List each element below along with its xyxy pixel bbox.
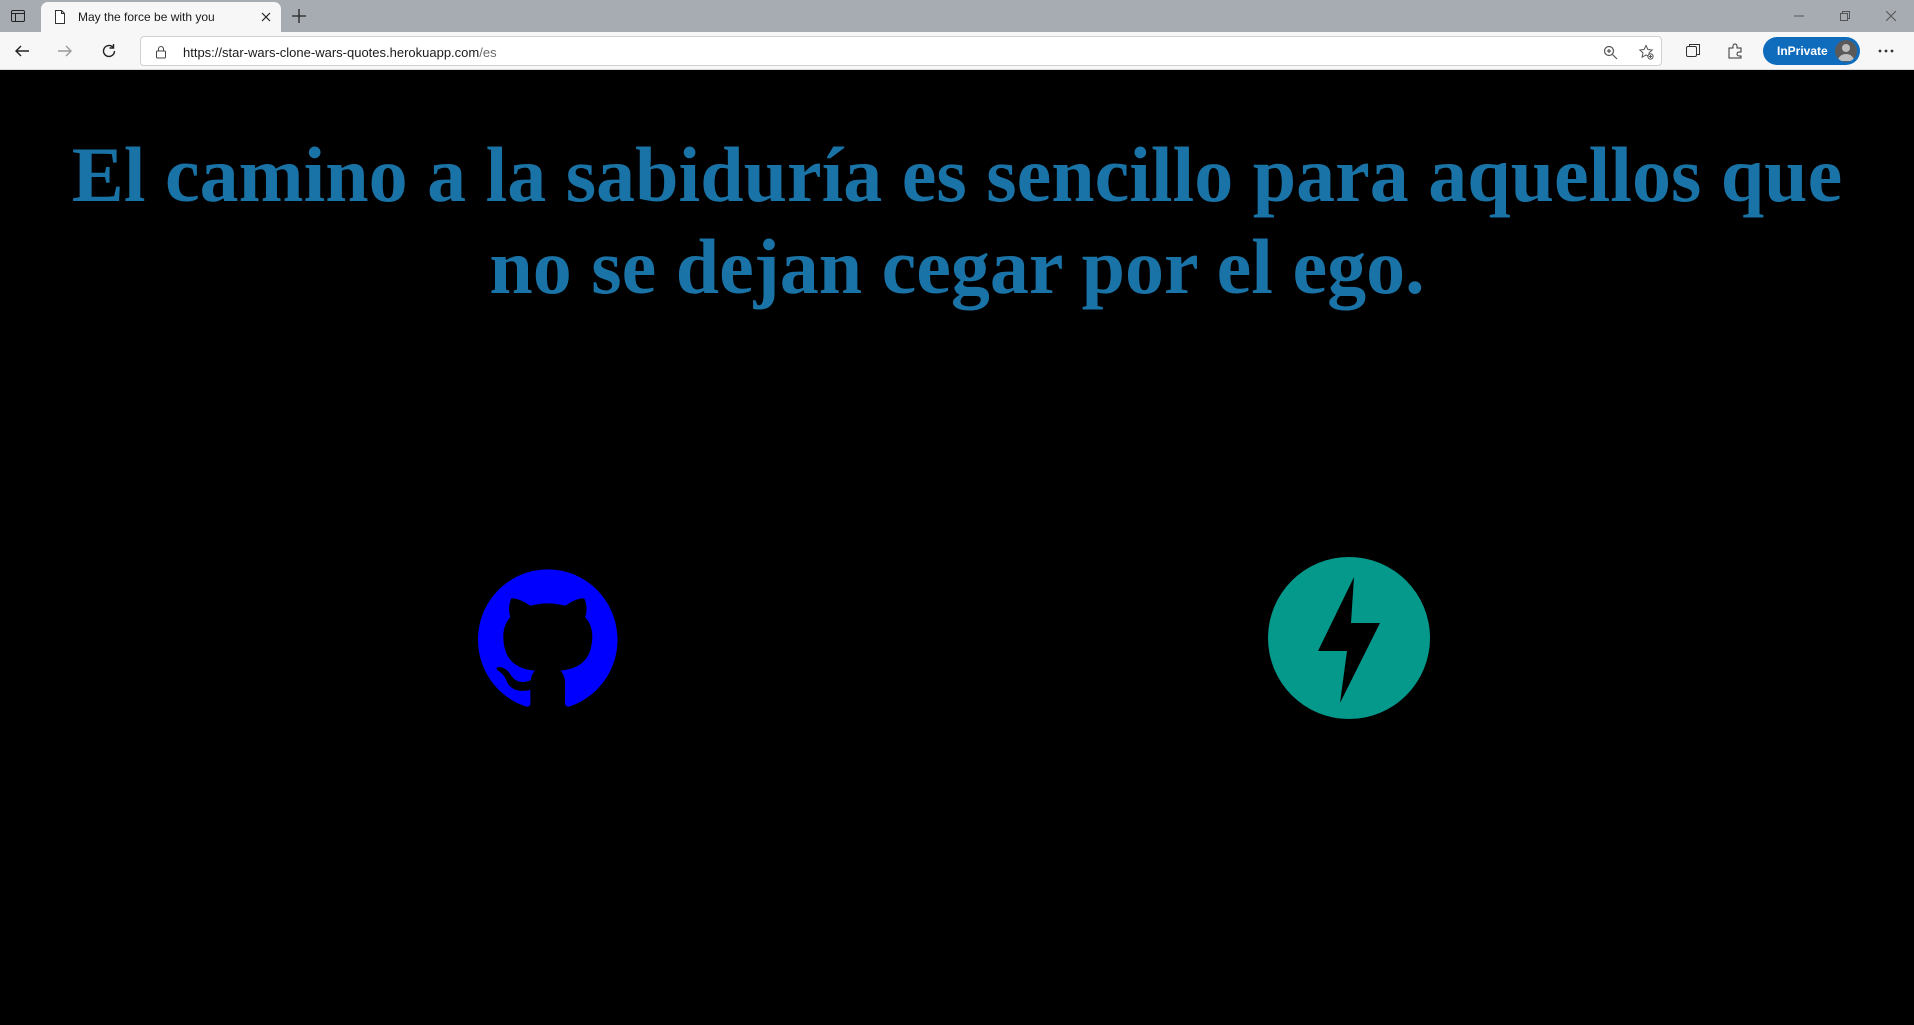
browser-toolbar: https://star-wars-clone-wars-quotes.hero…: [0, 32, 1914, 70]
close-window-icon[interactable]: [1868, 0, 1914, 32]
restore-icon[interactable]: [1822, 0, 1868, 32]
page-icon: [52, 9, 68, 25]
github-icon: [478, 569, 618, 707]
avatar: [1835, 40, 1857, 62]
back-icon[interactable]: [7, 37, 37, 65]
tab-strip: May the force be with you: [0, 0, 1914, 32]
add-favorite-icon[interactable]: [1637, 43, 1655, 61]
inprivate-label: InPrivate: [1777, 44, 1828, 58]
url-text[interactable]: https://star-wars-clone-wars-quotes.hero…: [183, 45, 497, 60]
minimize-icon[interactable]: [1776, 0, 1822, 32]
address-bar[interactable]: https://star-wars-clone-wars-quotes.hero…: [140, 36, 1662, 66]
split-screen-icon[interactable]: [1679, 38, 1707, 64]
new-tab-button[interactable]: [287, 4, 311, 28]
more-options-icon[interactable]: [1872, 38, 1900, 64]
page-content: El camino a la sabiduría es sencillo par…: [0, 71, 1914, 1025]
refresh-icon[interactable]: [94, 37, 124, 65]
tab-title: May the force be with you: [78, 10, 215, 24]
tab-actions-icon[interactable]: [6, 5, 30, 27]
github-link[interactable]: [478, 568, 618, 708]
forward-icon[interactable]: [50, 37, 80, 65]
fastapi-link[interactable]: [1268, 557, 1430, 719]
zoom-icon[interactable]: [1601, 43, 1619, 61]
extensions-icon[interactable]: [1722, 38, 1750, 64]
fastapi-icon: [1268, 557, 1430, 719]
lock-icon[interactable]: [153, 44, 169, 60]
inprivate-button[interactable]: InPrivate: [1763, 37, 1860, 65]
quote-heading: El camino a la sabiduría es sencillo par…: [71, 131, 1843, 310]
browser-tab[interactable]: May the force be with you: [41, 2, 281, 32]
close-tab-icon[interactable]: [257, 8, 275, 26]
